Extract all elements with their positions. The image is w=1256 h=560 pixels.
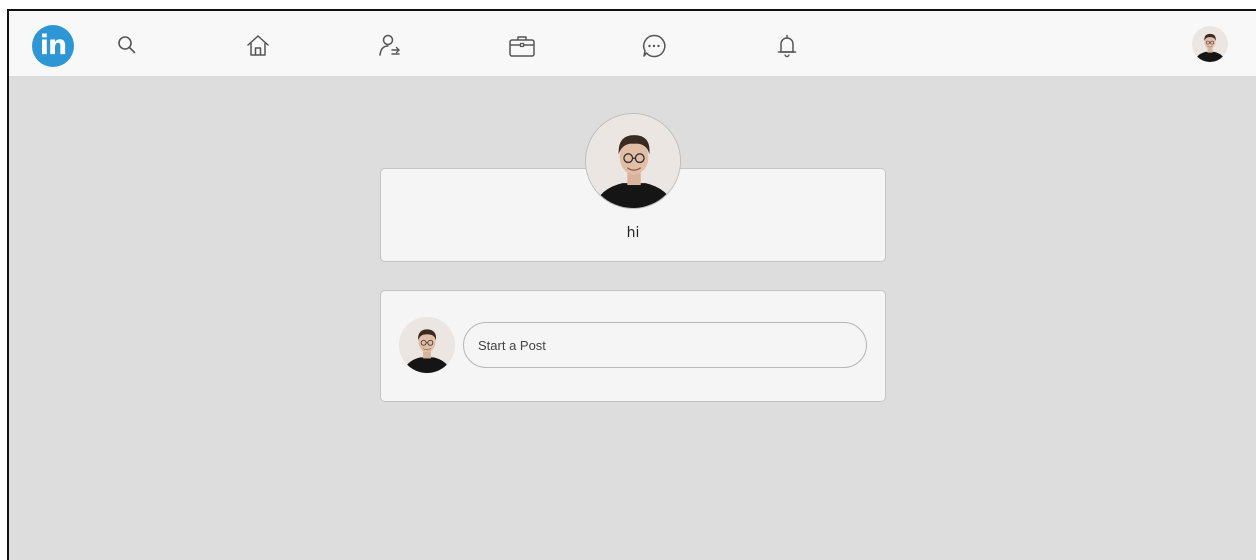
home-icon[interactable] bbox=[243, 31, 273, 61]
profile-avatar[interactable] bbox=[585, 113, 681, 209]
linkedin-logo[interactable]: in bbox=[32, 25, 74, 67]
app-window: in hi Start a Post bbox=[7, 9, 1256, 560]
search-icon[interactable] bbox=[112, 31, 142, 61]
network-icon[interactable] bbox=[375, 31, 405, 61]
profile-name: hi bbox=[626, 225, 640, 241]
messaging-icon[interactable] bbox=[639, 31, 669, 61]
post-avatar bbox=[399, 317, 455, 373]
jobs-icon[interactable] bbox=[507, 31, 537, 61]
user-avatar[interactable] bbox=[1192, 26, 1228, 62]
notifications-icon[interactable] bbox=[772, 31, 802, 61]
top-navbar: in bbox=[9, 11, 1256, 76]
start-post-input[interactable] bbox=[463, 322, 867, 368]
